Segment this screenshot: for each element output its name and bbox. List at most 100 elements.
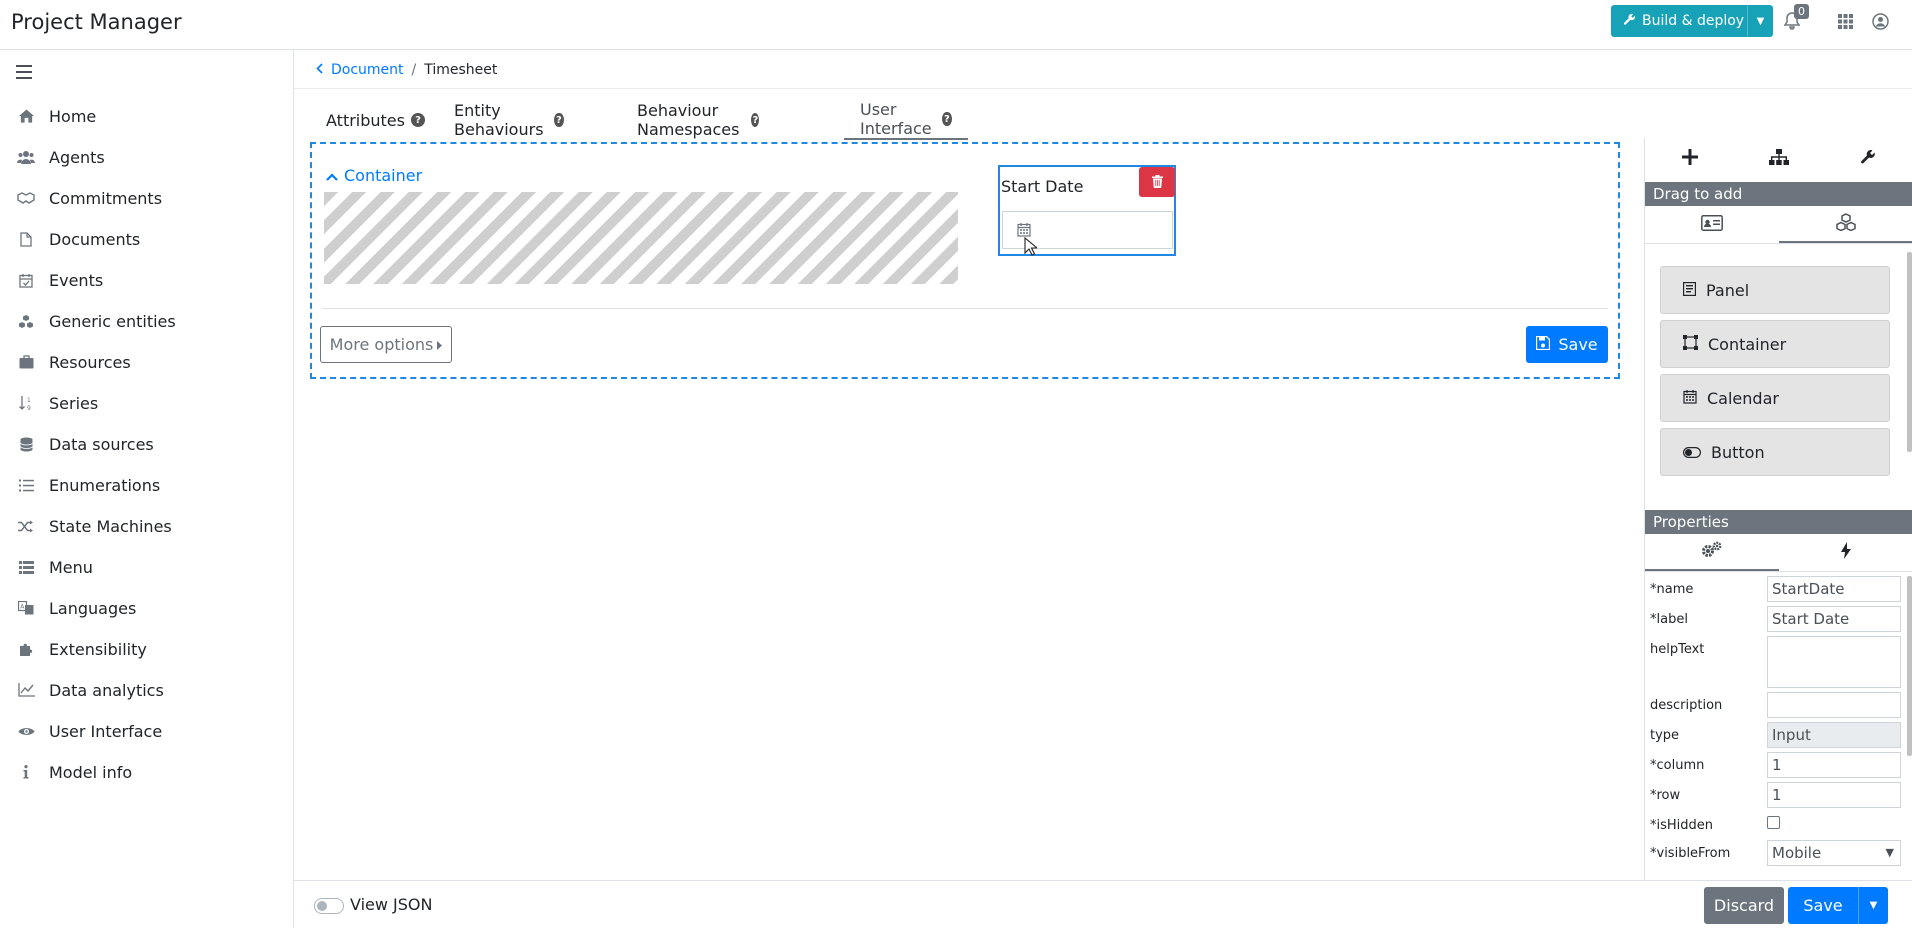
sidebar-item-user-interface[interactable]: User Interface	[0, 711, 294, 751]
tab-attributes[interactable]: Attributes ?	[310, 100, 441, 140]
sidebar-item-data-analytics[interactable]: Data analytics	[0, 670, 294, 710]
view-json-label[interactable]: View JSON	[350, 895, 433, 914]
wrench-icon	[1860, 149, 1876, 169]
property-label-row: *label Start Date	[1650, 606, 1908, 634]
helptext-textarea[interactable]	[1767, 636, 1901, 688]
apps-grid-icon[interactable]	[1834, 10, 1856, 32]
sidebar-item-agents[interactable]: Agents	[0, 137, 294, 177]
designer-save-button[interactable]: Save	[1526, 326, 1608, 363]
bolt-icon	[1841, 542, 1851, 563]
breadcrumb-parent-link[interactable]: Document	[331, 62, 404, 78]
question-circle-icon[interactable]: ?	[410, 113, 425, 127]
sidebar-item-label: Events	[49, 270, 104, 290]
build-deploy-button[interactable]: Build & deploy ▼	[1611, 5, 1773, 37]
sidebar-item-documents[interactable]: Documents	[0, 219, 294, 259]
sidebar-item-resources[interactable]: Resources	[0, 342, 294, 382]
build-deploy-dropdown[interactable]: ▼	[1747, 5, 1773, 37]
palette-item-panel[interactable]: Panel	[1660, 266, 1890, 314]
property-label: *isHidden	[1650, 818, 1714, 833]
sidebar-item-enumerations[interactable]: Enumerations	[0, 465, 294, 505]
chart-line-icon	[16, 680, 36, 700]
property-label: helpText	[1650, 642, 1705, 657]
sort-numeric-icon: 19	[16, 393, 36, 413]
container-toggle[interactable]: Container	[326, 166, 422, 185]
sitemap-icon	[1768, 149, 1789, 169]
question-circle-icon[interactable]: ?	[942, 112, 952, 126]
properties-scrollbar[interactable]	[1907, 576, 1912, 756]
tab-label: Attributes	[326, 110, 405, 130]
container-drop-zone[interactable]	[324, 192, 958, 284]
eye-icon	[16, 721, 36, 741]
delete-field-button[interactable]	[1139, 167, 1175, 197]
id-card-icon	[1701, 214, 1723, 235]
hamburger-menu-icon[interactable]	[16, 64, 36, 82]
random-icon	[16, 516, 36, 536]
sidebar-item-series[interactable]: 19 Series	[0, 383, 294, 423]
subtab-components[interactable]	[1779, 206, 1912, 243]
sidebar-item-label: Documents	[49, 229, 141, 249]
sidebar-item-languages[interactable]: A Languages	[0, 588, 294, 628]
home-icon	[16, 106, 36, 126]
description-input[interactable]	[1767, 692, 1901, 718]
column-input[interactable]: 1	[1767, 752, 1901, 778]
properties-subtabs	[1645, 534, 1912, 572]
tab-entity-behaviours[interactable]: Entity Behaviours ?	[438, 100, 580, 140]
sidebar-item-label: Agents	[49, 147, 105, 167]
discard-button[interactable]: Discard	[1704, 887, 1784, 924]
tab-hierarchy[interactable]	[1734, 138, 1823, 180]
user-circle-icon[interactable]	[1869, 10, 1891, 32]
sidebar-item-commitments[interactable]: Commitments	[0, 178, 294, 218]
tab-user-interface[interactable]: User Interface ?	[844, 100, 968, 140]
tab-settings[interactable]	[1824, 138, 1912, 180]
footer-save-dropdown[interactable]: ▼	[1858, 887, 1888, 924]
sidebar-item-menu[interactable]: Menu	[0, 547, 294, 587]
visiblefrom-select[interactable]: Mobile ▼	[1767, 840, 1901, 866]
sidebar-item-data-sources[interactable]: Data sources	[0, 424, 294, 464]
label-input[interactable]: Start Date	[1767, 606, 1901, 632]
footer-save-main[interactable]: Save	[1788, 887, 1858, 924]
build-deploy-main[interactable]: Build & deploy	[1611, 5, 1747, 37]
sidebar-item-home[interactable]: Home	[0, 96, 294, 136]
palette-item-container[interactable]: Container	[1660, 320, 1890, 368]
subtab-layout[interactable]	[1645, 206, 1779, 243]
sidebar-item-state-machines[interactable]: State Machines	[0, 506, 294, 546]
subtab-property-events[interactable]	[1779, 534, 1912, 571]
subtab-property-settings[interactable]	[1645, 534, 1779, 571]
toggle-icon	[1683, 443, 1701, 462]
container-icon	[1683, 334, 1698, 354]
sidebar-item-events[interactable]: Events	[0, 260, 294, 300]
palette-item-button[interactable]: Button	[1660, 428, 1890, 476]
select-value: Mobile	[1772, 844, 1822, 862]
breadcrumb-separator: /	[411, 62, 417, 78]
property-label: *column	[1650, 758, 1705, 773]
footer-save-button[interactable]: Save ▼	[1788, 887, 1888, 924]
svg-text:1: 1	[27, 397, 31, 404]
chevron-left-icon[interactable]	[316, 63, 323, 77]
name-input[interactable]: StartDate	[1767, 576, 1901, 602]
sidebar-item-label: User Interface	[49, 721, 163, 741]
row-input[interactable]: 1	[1767, 782, 1901, 808]
question-circle-icon[interactable]: ?	[554, 113, 564, 127]
database-icon	[16, 434, 36, 454]
tab-add[interactable]	[1645, 138, 1734, 180]
sidebar-item-label: Series	[49, 393, 99, 413]
bottom-bar: View JSON Discard Save ▼	[294, 880, 1912, 928]
sidebar-item-generic-entities[interactable]: Generic entities	[0, 301, 294, 341]
palette-item-label: Panel	[1706, 280, 1750, 300]
tab-behaviour-namespaces[interactable]: Behaviour Namespaces ?	[621, 100, 775, 140]
view-json-toggle[interactable]	[314, 898, 344, 914]
language-icon: A	[16, 598, 36, 618]
sidebar-item-label: State Machines	[49, 516, 172, 536]
ishidden-checkbox[interactable]	[1767, 816, 1780, 829]
type-input: Input	[1767, 722, 1901, 748]
property-helptext: helpText	[1650, 636, 1908, 690]
palette-item-calendar[interactable]: Calendar	[1660, 374, 1890, 422]
sidebar-item-extensibility[interactable]: Extensibility	[0, 629, 294, 669]
sidebar-item-model-info[interactable]: Model info	[0, 752, 294, 792]
more-options-button[interactable]: More options	[320, 326, 452, 363]
question-circle-icon[interactable]: ?	[751, 113, 760, 127]
designer-canvas[interactable]: Container Start Date More options Save	[310, 142, 1620, 379]
palette-subtabs	[1645, 206, 1912, 244]
breadcrumb-current: Timesheet	[424, 62, 498, 78]
palette-scrollbar[interactable]	[1907, 252, 1912, 452]
